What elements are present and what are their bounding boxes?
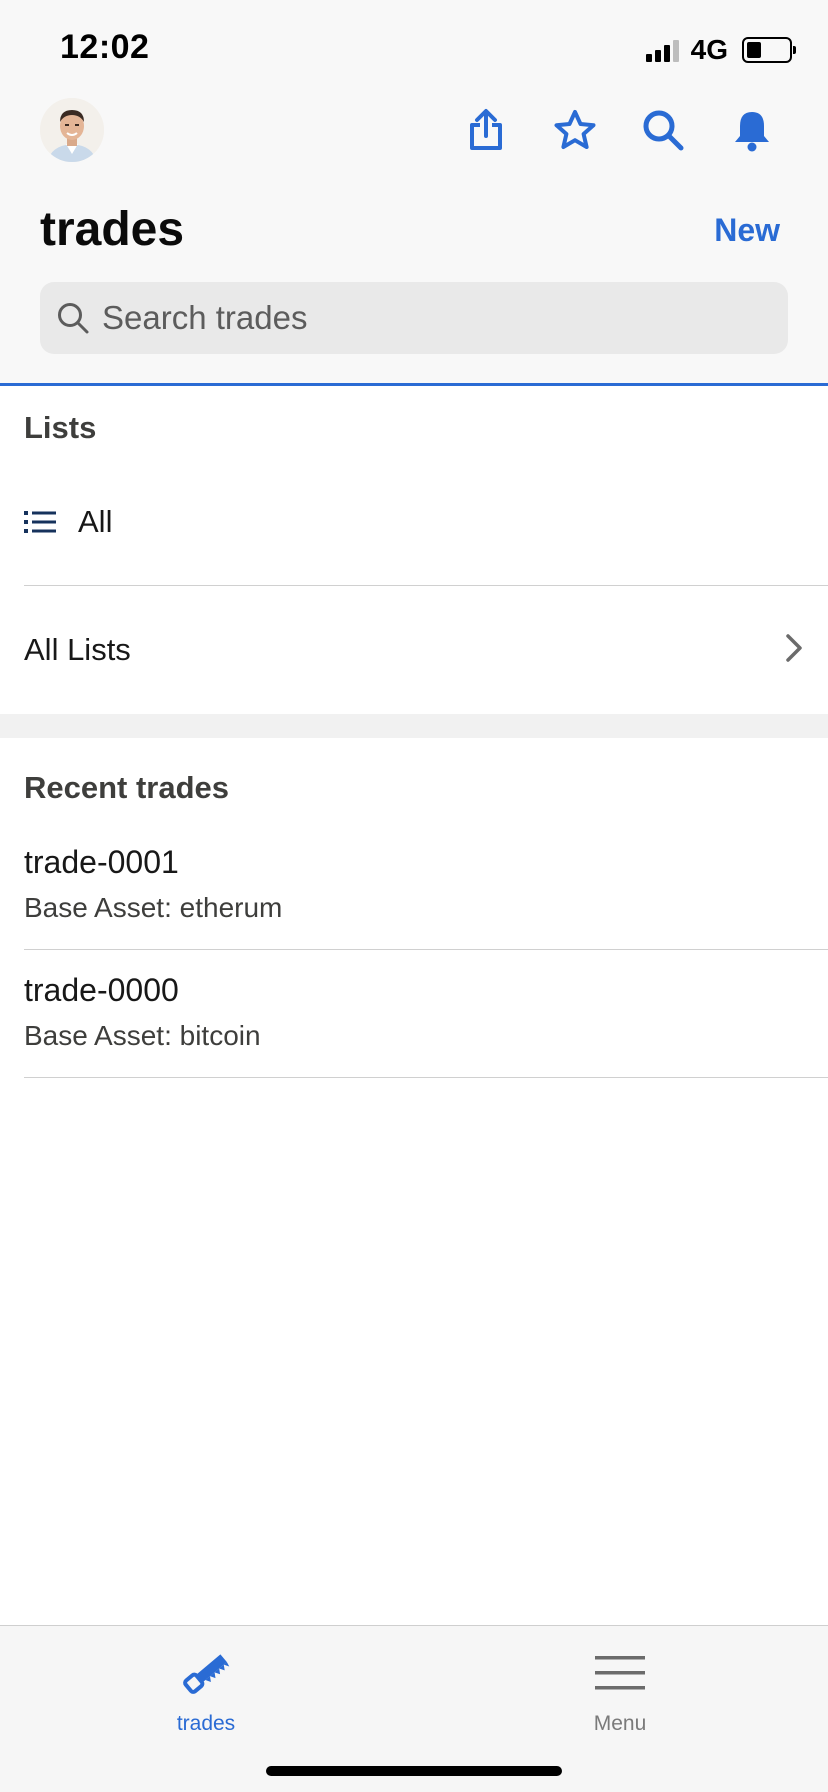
recent-record-item[interactable]: trade-0000 Base Asset: bitcoin [24, 950, 828, 1078]
search-icon[interactable] [639, 106, 687, 154]
bell-icon[interactable] [728, 106, 776, 154]
status-time: 12:02 [60, 28, 150, 66]
recent-record-item[interactable]: trade-0001 Base Asset: etherum [24, 822, 828, 950]
avatar[interactable] [40, 98, 104, 162]
list-item-label: All Lists [24, 632, 131, 667]
signal-icon [645, 38, 679, 62]
record-title: trade-0001 [24, 844, 179, 880]
recent-heading: Recent trades [24, 770, 230, 805]
tab-menu[interactable]: Menu [540, 1638, 700, 1738]
record-subtitle: Base Asset: bitcoin [24, 1020, 261, 1051]
search-input[interactable] [102, 299, 722, 337]
list-icon [24, 506, 56, 538]
section-divider [0, 714, 828, 738]
share-icon[interactable] [462, 106, 510, 154]
page-header: trades New [0, 94, 828, 386]
list-item-label: All [78, 503, 113, 539]
bottom-tab-bar: trades Menu [0, 1625, 828, 1792]
tab-label: Menu [593, 1712, 647, 1735]
record-title: trade-0000 [24, 972, 179, 1008]
search-bar[interactable] [40, 282, 788, 354]
tab-trades[interactable]: trades [126, 1638, 286, 1738]
status-bar: 12:02 4G [0, 0, 828, 94]
tab-label: trades [176, 1712, 236, 1735]
home-indicator [266, 1766, 562, 1776]
lists-heading: Lists [24, 410, 97, 445]
search-field-icon [56, 301, 90, 335]
hamburger-icon [593, 1646, 647, 1700]
record-subtitle: Base Asset: etherum [24, 892, 283, 923]
star-icon[interactable] [551, 106, 599, 154]
page-title: trades [40, 203, 185, 256]
chevron-right-icon [784, 632, 804, 664]
list-item-all[interactable]: All [24, 458, 828, 586]
new-button[interactable]: New [714, 212, 780, 249]
network-type: 4G [690, 34, 728, 65]
battery-icon [742, 37, 796, 63]
list-item-all-lists[interactable]: All Lists [24, 586, 828, 714]
saw-icon [179, 1646, 233, 1700]
status-indicators: 4G [645, 34, 796, 66]
